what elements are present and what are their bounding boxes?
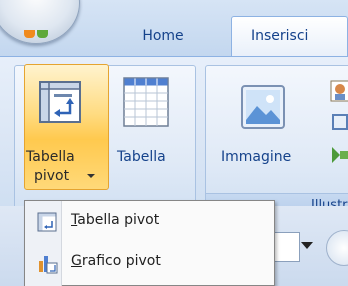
pivot-chart-icon (39, 256, 58, 274)
smartart-icon[interactable] (330, 143, 348, 165)
image-button-label[interactable]: Immagine (221, 149, 291, 165)
office-logo-icon (24, 30, 50, 38)
menu-item-label: Tabella pivot (71, 212, 159, 228)
shapes-icon[interactable] (330, 112, 348, 134)
table-button-label[interactable]: Tabella (117, 149, 166, 165)
table-icon[interactable] (123, 77, 169, 127)
clip-art-icon[interactable] (330, 80, 348, 102)
menu-item-label: Grafico pivot (71, 253, 161, 269)
pivot-table-label-line2: pivot (34, 168, 70, 184)
pivot-table-icon (37, 212, 57, 232)
menu-accelerator: G (71, 253, 82, 269)
chevron-down-icon[interactable] (301, 242, 313, 249)
image-icon[interactable] (240, 84, 286, 130)
tab-home[interactable]: Home (127, 22, 199, 50)
pivot-table-label-line1: Tabella (26, 149, 75, 165)
menu-item-text: abella pivot (77, 212, 160, 228)
tab-insert[interactable]: Inserisci (231, 16, 348, 56)
chevron-down-icon (87, 174, 95, 178)
pivot-table-icon (39, 81, 81, 123)
menu-item-text: rafico pivot (81, 253, 161, 269)
